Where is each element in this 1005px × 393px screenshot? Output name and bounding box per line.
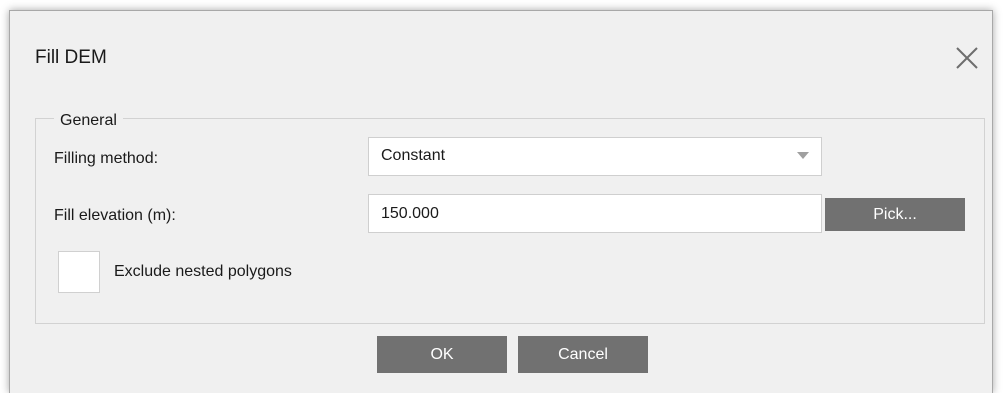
general-group-legend: General [54, 112, 123, 130]
fill-elevation-label: Fill elevation (m): [54, 207, 176, 224]
filling-method-label: Filling method: [54, 150, 159, 167]
close-icon [956, 47, 978, 69]
exclude-nested-polygons-checkbox[interactable] [58, 251, 100, 293]
filling-method-select[interactable]: Constant [368, 137, 822, 176]
fill-elevation-input[interactable] [368, 194, 822, 233]
filling-method-value: Constant [381, 147, 446, 164]
exclude-nested-polygons-label: Exclude nested polygons [114, 263, 292, 280]
close-button[interactable] [954, 45, 980, 71]
dialog-title: Fill DEM [35, 47, 107, 68]
dropdown-arrow-icon [797, 152, 809, 159]
pick-button[interactable]: Pick... [825, 198, 965, 231]
fill-dem-dialog: Fill DEM General Filling method: Constan… [9, 10, 993, 393]
ok-button[interactable]: OK [377, 336, 507, 373]
cancel-button[interactable]: Cancel [518, 336, 648, 373]
screen: Fill DEM General Filling method: Constan… [0, 0, 1005, 393]
